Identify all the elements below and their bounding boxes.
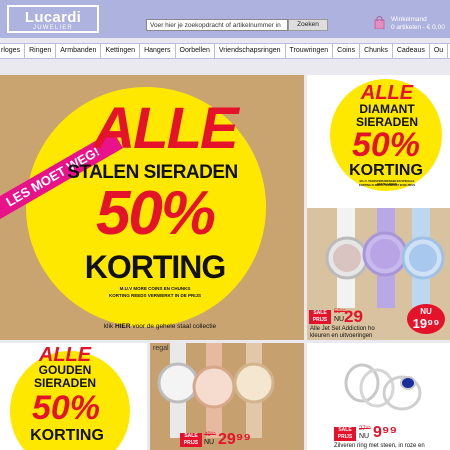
gouden-alle: ALLE <box>38 344 92 366</box>
cta-prefix: klik <box>103 323 114 330</box>
watch-sale-label: SALE PRIJS <box>309 310 331 324</box>
nav-item-chunks[interactable]: Chunks <box>360 44 393 58</box>
watch-badge: NU 19⁹⁹ <box>407 304 445 334</box>
gouden-line2: SIERADEN <box>33 376 96 390</box>
regal-now-label: NU <box>204 439 215 446</box>
diamant-alle: ALLE <box>360 82 414 104</box>
rings-sale-label: SALE PRIJS <box>334 427 356 441</box>
nav-item-kettingen[interactable]: Kettingen <box>101 44 141 58</box>
rings-caption: Zilveren ring met steen, in roze en <box>334 443 425 449</box>
badge-price: 19⁹⁹ <box>412 316 440 331</box>
gouden-line1: GOUDEN <box>38 363 92 377</box>
search-input[interactable]: Voer hier je zoekopdracht of artikelnumm… <box>146 19 288 31</box>
rings-promo-tile[interactable]: SALE PRIJS 27⁹⁵ NU 9⁹⁹ Zilveren ring met… <box>307 343 450 450</box>
main-navigation: rloges Ringen Armbanden Kettingen Hangers Oor… <box>0 43 450 59</box>
promo-cta[interactable]: klik HIER voor de gehele staal collectie <box>60 323 260 330</box>
regal-sale-label: SALE PRIJS <box>180 433 202 447</box>
rings-now-label: NU <box>359 433 370 440</box>
watch-now-label: NU <box>334 316 345 323</box>
nav-item-horloges[interactable]: rloges <box>0 44 26 58</box>
gouden-promo-tile[interactable]: ALLE GOUDEN SIERADEN 50% KORTING <box>0 343 147 450</box>
logo-text: Lucardi <box>24 9 82 26</box>
main-promo-banner[interactable]: LES MOET WEG! ALLE STALEN SIERADEN 50% K… <box>0 75 304 340</box>
nav-item-vriendschapsringen[interactable]: Vriendschapsringen <box>215 44 286 58</box>
promo-percent: 50% <box>95 179 216 248</box>
watch-caption-1: Alle Jet Set Addiction ho <box>310 326 375 332</box>
rings-price: 9⁹⁹ <box>373 424 398 441</box>
promo-alle: ALLE <box>93 96 238 161</box>
jetset-watches-tile[interactable]: SALE PRIJS 59⁹⁵ NU 29 NU 19⁹⁹ Alle Jet S… <box>307 208 450 340</box>
diamant-line1: DIAMANT <box>359 102 415 116</box>
nav-item-armbanden[interactable]: Armbanden <box>56 44 102 58</box>
diamant-footnote-2: KORTING IS REEDS VERWERKT IN DE PRIJS <box>358 184 416 187</box>
cta-suffix: voor de gehele staal collectie <box>132 323 217 330</box>
diamant-promo-tile[interactable]: ALLE DIAMANT SIERADEN 50% KORTING M.U.V.… <box>307 75 450 208</box>
promo-footnote-2: KORTING REEDS VERWERKT IN DE PRIJS <box>109 293 201 298</box>
logo-subtext: JUWELIER <box>33 25 73 31</box>
diamant-percent: 50% <box>351 126 421 164</box>
nav-item-oorbellen[interactable]: Oorbellen <box>176 44 215 58</box>
regal-price: 29⁹⁹ <box>218 431 251 448</box>
watch-price: 29 <box>344 307 363 326</box>
nav-item-ou[interactable]: Ou <box>430 44 449 58</box>
rings-old-price: 27⁹⁵ <box>359 426 371 432</box>
regal-old-price: 49⁹⁵ <box>204 432 216 438</box>
cta-link[interactable]: HIER <box>115 323 131 330</box>
nav-item-trouwringen[interactable]: Trouwringen <box>286 44 334 58</box>
shopping-bag-icon[interactable] <box>374 16 385 29</box>
cart-title: Winkelmand <box>391 16 427 23</box>
regal-watches-tile[interactable]: regal SALE PRIJS 49⁹⁵ NU 29⁹⁹ <box>150 343 304 450</box>
nav-item-hangers[interactable]: Hangers <box>140 44 176 58</box>
gouden-korting: KORTING <box>30 427 104 444</box>
promo-korting: KORTING <box>84 249 227 285</box>
watch-caption-2: kleuren en uitvoeringen <box>310 333 373 339</box>
nav-item-ringen[interactable]: Ringen <box>25 44 57 58</box>
gouden-percent: 50% <box>31 389 101 427</box>
rings-image <box>344 363 422 411</box>
diamant-korting: KORTING <box>349 162 423 179</box>
cart-count: 0 artikelen - € 0,00 <box>391 24 445 31</box>
nav-item-cadeaus[interactable]: Cadeaus <box>393 44 430 58</box>
search-button[interactable]: Zoeken <box>288 19 328 31</box>
lucardi-logo[interactable]: Lucardi JUWELIER <box>7 5 99 33</box>
cart-summary[interactable]: Winkelmand 0 artikelen - € 0,00 <box>391 16 445 32</box>
nav-item-coins[interactable]: Coins <box>333 44 361 58</box>
site-header: Lucardi JUWELIER Voer hier je zoekopdrac… <box>0 0 450 38</box>
regal-brand: regal <box>153 345 169 352</box>
promo-footnote-1: M.U.V MORE COINS EN CHUNKS <box>119 286 191 291</box>
